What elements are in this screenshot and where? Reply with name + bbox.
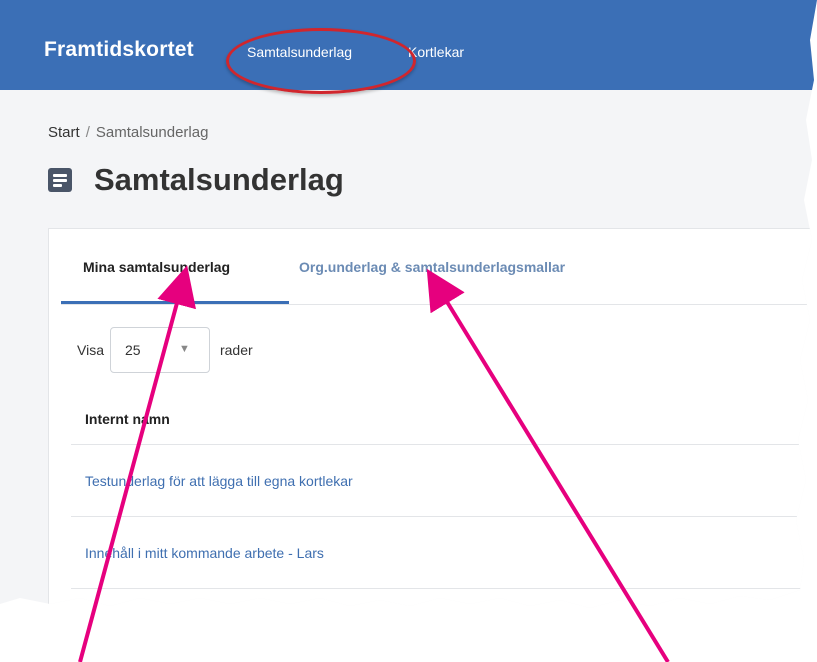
length-prefix-label: Visa (77, 342, 104, 358)
tab-bar: Mina samtalsunderlag Org.underlag & samt… (61, 229, 817, 305)
column-header-internt-namn[interactable]: Internt namn (71, 399, 817, 445)
page-length-control: Visa 25 ▼ rader (77, 327, 253, 373)
breadcrumb: Start / Samtalsunderlag (48, 124, 208, 141)
breadcrumb-separator: / (85, 124, 90, 141)
page-header: Samtalsunderlag (48, 162, 344, 198)
rows-per-page-select[interactable]: 25 ▼ (109, 327, 210, 373)
rows-per-page-value: 25 (124, 342, 141, 358)
table-row[interactable]: Testunderlag för att lägga till egna kor… (71, 445, 817, 517)
brand-logo[interactable]: Framtidskortet (44, 38, 194, 62)
content-card: Mina samtalsunderlag Org.underlag & samt… (48, 228, 817, 608)
caret-down-icon: ▼ (178, 343, 190, 355)
table-row[interactable]: Innehåll i mitt kommande arbete - Lars (71, 517, 817, 589)
document-icon (48, 168, 72, 192)
nav-item-kortlekar[interactable]: Kortlekar (408, 44, 464, 60)
tab-org-underlag[interactable]: Org.underlag & samtalsunderlagsmallar (299, 259, 565, 275)
row-link[interactable]: Innehåll i mitt kommande arbete - Lars (85, 545, 324, 561)
screenshot-excerpt: Framtidskortet Samtalsunderlag Kortlekar… (0, 0, 817, 608)
breadcrumb-current: Samtalsunderlag (95, 124, 209, 141)
page-title: Samtalsunderlag (94, 162, 344, 197)
tab-mina-samtalsunderlag[interactable]: Mina samtalsunderlag (83, 259, 230, 275)
top-navbar: Framtidskortet Samtalsunderlag Kortlekar (0, 0, 817, 90)
length-suffix-label: rader (219, 342, 253, 358)
row-link[interactable]: Testunderlag för att lägga till egna kor… (85, 473, 353, 489)
breadcrumb-home[interactable]: Start (48, 124, 80, 141)
highlight-ellipse (226, 28, 416, 94)
active-tab-indicator (61, 301, 289, 304)
